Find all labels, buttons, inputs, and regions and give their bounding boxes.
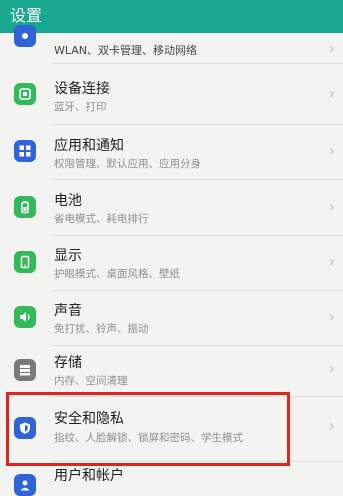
settings-item-label: 显示 (54, 248, 82, 264)
chevron-right-icon: › (328, 252, 335, 271)
display-icon (14, 251, 36, 273)
settings-item-sub: 内存、空间清理 (54, 375, 128, 387)
settings-item-apps-notifications[interactable]: 应用和通知 权限管理、默认应用、应用分身 › (0, 125, 343, 179)
network-icon (14, 25, 36, 47)
settings-item-sub: 省电模式、耗电排行 (54, 213, 149, 225)
settings-item-display[interactable]: 显示 护眼模式、桌面风格、壁纸 › (0, 236, 343, 290)
settings-item-battery[interactable]: 电池 省电模式、耗电排行 › (0, 180, 343, 235)
settings-item-device-connection[interactable]: 设备连接 蓝牙、打印 › (0, 64, 343, 124)
sound-icon (14, 306, 36, 328)
highlight-box (6, 392, 290, 466)
chevron-right-icon: › (328, 141, 335, 160)
settings-item-label: 设备连接 (54, 81, 110, 97)
settings-item-sub: 权限管理、默认应用、应用分身 (54, 158, 201, 170)
chevron-right-icon: › (328, 39, 335, 58)
apps-icon (14, 140, 36, 162)
settings-item-label: 用户和帐户 (54, 468, 124, 484)
settings-item-storage[interactable]: 存储 内存、空间清理 › (0, 346, 343, 396)
settings-item-sound[interactable]: 声音 免打扰、铃声、振动 › (0, 291, 343, 345)
settings-item-sub: 护眼模式、桌面风格、壁纸 (54, 268, 180, 280)
settings-item-sub: WLAN、双卡管理、移动网络 (54, 44, 198, 57)
settings-item-sub: 免打扰、铃声、振动 (54, 323, 149, 335)
user-icon (14, 474, 36, 496)
battery-icon (14, 196, 36, 218)
device-connect-icon (14, 83, 36, 105)
settings-item-network[interactable]: WLAN、双卡管理、移动网络 › (0, 25, 343, 63)
chevron-right-icon: › (328, 197, 335, 216)
page-title: 设置 (10, 6, 43, 25)
storage-icon (14, 359, 36, 381)
chevron-right-icon: › (328, 84, 335, 103)
settings-item-sub: 蓝牙、打印 (54, 101, 107, 113)
chevron-right-icon: › (328, 359, 335, 378)
chevron-right-icon: › (328, 307, 335, 326)
chevron-right-icon: › (328, 416, 335, 435)
settings-item-users-accounts[interactable]: 用户和帐户 (0, 462, 343, 496)
settings-item-label: 声音 (54, 303, 82, 319)
settings-item-label: 电池 (54, 193, 82, 209)
settings-item-label: 应用和通知 (54, 138, 124, 154)
settings-item-label: 存储 (54, 355, 82, 371)
title-bar: 设置 (0, 0, 343, 33)
